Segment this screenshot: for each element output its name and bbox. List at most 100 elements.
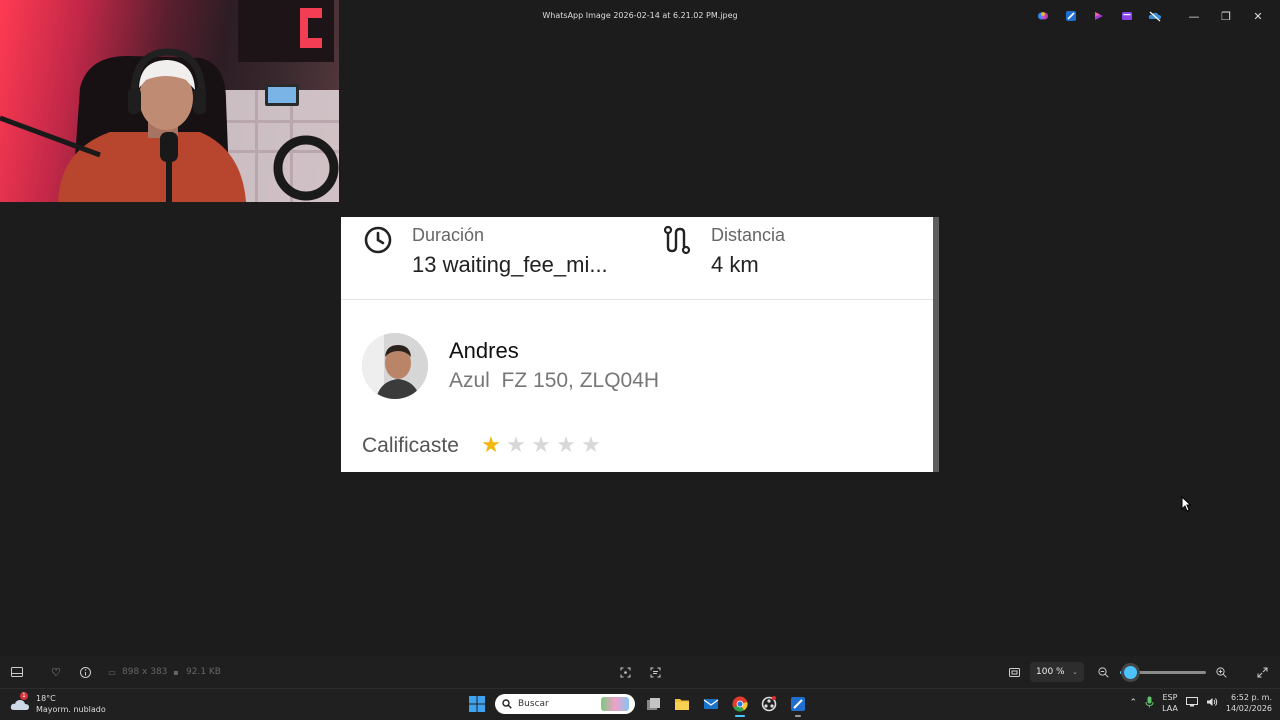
clock-date: 14/02/2026: [1225, 704, 1272, 713]
displayed-image: Duración 13 waiting_fee_mi... Distancia …: [341, 217, 939, 472]
route-icon: [662, 225, 692, 255]
crop-button[interactable]: [617, 664, 633, 680]
taskbar-search[interactable]: Buscar: [495, 694, 635, 714]
search-highlight-icon: [601, 697, 629, 711]
folder-icon: [675, 699, 689, 710]
fullscreen-button[interactable]: [1254, 664, 1270, 680]
taskbar-apps: Buscar: [466, 692, 809, 717]
volume-icon[interactable]: [1206, 697, 1218, 709]
distance-value: 4 km: [711, 252, 759, 277]
distance-label: Distancia: [711, 225, 786, 245]
close-button[interactable]: ✕: [1242, 5, 1274, 27]
zoom-in-button[interactable]: [1213, 664, 1229, 680]
file-explorer-button[interactable]: [671, 692, 693, 716]
fit-window-button[interactable]: [1006, 664, 1022, 680]
driver-vehicle: Azul FZ 150, ZLQ04H: [449, 369, 660, 392]
weather-temp: 18°C: [36, 694, 56, 703]
filmstrip-button[interactable]: [9, 664, 25, 680]
chrome-icon: [732, 696, 748, 712]
clock[interactable]: 6:52 p. m. 14/02/2026: [1226, 692, 1272, 714]
system-tray: ⌃ ESP LAA 6:52 p. m. 14/02/2026: [1130, 692, 1272, 714]
windows-icon: [469, 696, 485, 712]
star-filled-icon: ★: [481, 433, 501, 458]
driver-name: Andres: [449, 338, 519, 363]
filmstrip-icon: [9, 664, 25, 680]
text-recognition-icon: [647, 664, 663, 680]
favorite-button[interactable]: ♡: [48, 664, 64, 680]
dimensions-text: 898 x 383: [122, 667, 168, 677]
chevron-up-icon[interactable]: ⌃: [1130, 698, 1138, 708]
clock-icon: [363, 225, 393, 255]
mouse-cursor-icon: [1181, 495, 1192, 512]
star-empty-icon: ★: [556, 433, 576, 458]
star-empty-icon: ★: [531, 433, 551, 458]
viewer-toolbar: ♡ ▭ 898 x 383 ▪ 92.1 KB 100 % ⌄: [0, 656, 1280, 688]
microphone-icon[interactable]: [1145, 696, 1154, 710]
window-controls: — ❐ ✕: [1178, 5, 1274, 27]
cloud-icon: 1: [10, 692, 30, 712]
expand-icon: [1254, 664, 1270, 680]
dimensions-icon: ▭: [108, 667, 116, 677]
file-size-text: 92.1 KB: [186, 667, 221, 677]
keyboard-layout: LAA: [1162, 704, 1178, 713]
clock-time: 6:52 p. m.: [1230, 693, 1272, 702]
driver-info: Andres Azul FZ 150, ZLQ04H Calificaste ★…: [341, 300, 933, 472]
clipchamp-icon[interactable]: [1090, 9, 1107, 23]
minimize-button[interactable]: —: [1178, 5, 1210, 27]
zoom-value: 100 %: [1036, 667, 1065, 677]
duration-label: Duración: [412, 225, 485, 245]
minimize-icon: —: [1188, 9, 1200, 23]
rating-label: Calificaste: [362, 434, 459, 457]
info-icon: [77, 664, 93, 680]
star-empty-icon: ★: [581, 433, 601, 458]
chrome-button[interactable]: [729, 692, 751, 717]
taskbar: 1 18°C Mayorm. nublado Buscar ⌃ ESP LAA …: [0, 688, 1280, 720]
duration-value: 13 waiting_fee_mi...: [412, 252, 608, 277]
copilot-icon[interactable]: [1034, 9, 1051, 23]
maximize-button[interactable]: ❐: [1210, 5, 1242, 27]
weather-badge: 1: [20, 692, 28, 700]
zoom-select[interactable]: 100 % ⌄: [1030, 662, 1084, 682]
language-code: ESP: [1162, 693, 1178, 702]
start-button[interactable]: [466, 692, 488, 716]
task-view-button[interactable]: [642, 692, 664, 716]
trip-summary: Duración 13 waiting_fee_mi... Distancia …: [341, 217, 933, 300]
zoom-slider-thumb[interactable]: [1124, 666, 1138, 679]
photos-icon[interactable]: [1118, 9, 1135, 23]
driver-avatar: [362, 333, 428, 399]
title-bar-app-icons: [1034, 9, 1163, 23]
zoom-slider[interactable]: [1120, 666, 1206, 679]
webcam-overlay: [0, 0, 339, 202]
weather-desc: Mayorm. nublado: [36, 705, 106, 714]
obs-button[interactable]: [758, 692, 780, 716]
info-button[interactable]: [77, 664, 93, 680]
onedrive-icon[interactable]: [1146, 9, 1163, 23]
zoom-out-icon: [1095, 664, 1111, 680]
weather-widget[interactable]: 1 18°C Mayorm. nublado: [10, 692, 106, 715]
webcam-scene: [0, 0, 339, 202]
text-scan-button[interactable]: [647, 664, 663, 680]
fit-to-window-icon: [1006, 664, 1022, 680]
scan-icon: [617, 664, 633, 680]
mail-button[interactable]: [700, 692, 722, 716]
paint-icon[interactable]: [1062, 9, 1079, 23]
paint-taskbar-button[interactable]: [787, 692, 809, 717]
zoom-out-button[interactable]: [1095, 664, 1111, 680]
search-placeholder: Buscar: [518, 699, 549, 709]
zoom-in-icon: [1213, 664, 1229, 680]
language-indicator[interactable]: ESP LAA: [1162, 692, 1178, 714]
heart-icon: ♡: [51, 665, 61, 679]
active-indicator: [795, 715, 801, 717]
network-icon[interactable]: [1185, 697, 1198, 709]
close-icon: ✕: [1253, 9, 1263, 23]
maximize-icon: ❐: [1221, 9, 1231, 23]
task-view-icon: [646, 698, 660, 710]
star-empty-icon: ★: [506, 433, 526, 458]
rating-stars: ★ ★ ★ ★ ★: [479, 435, 603, 457]
file-size: ▪ 92.1 KB: [171, 664, 221, 680]
obs-icon: [761, 696, 777, 712]
mail-icon: [703, 699, 719, 709]
active-indicator: [735, 715, 745, 717]
save-icon: ▪: [173, 667, 179, 677]
chevron-down-icon: ⌄: [1072, 668, 1078, 676]
